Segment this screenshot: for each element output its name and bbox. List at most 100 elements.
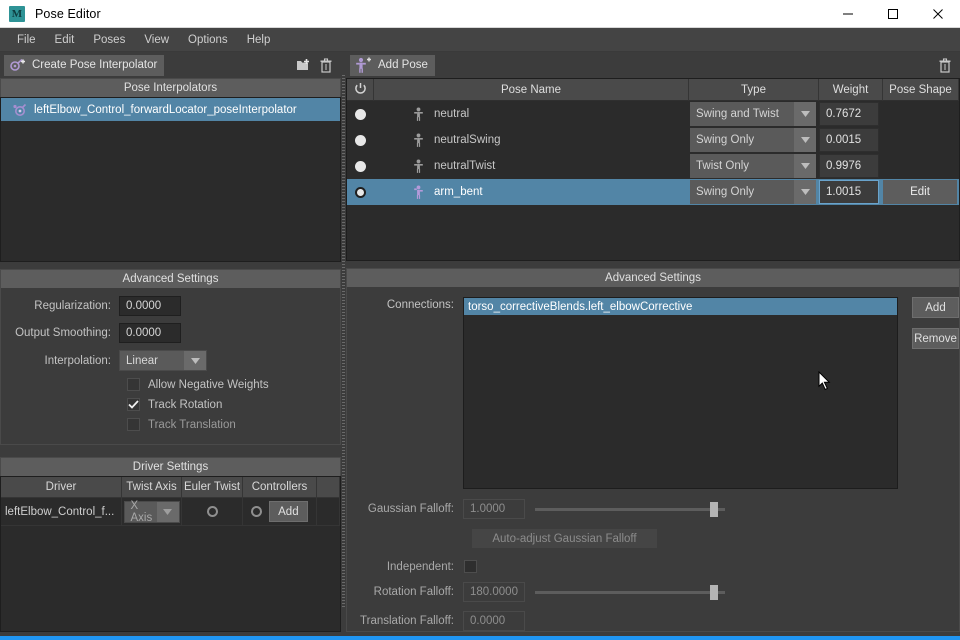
interpolation-value: Linear <box>120 351 184 370</box>
table-row[interactable]: neutralTwist Twist Only 0.9976 <box>347 153 959 179</box>
menu-item-file[interactable]: File <box>8 31 45 49</box>
euler-twist-radio[interactable] <box>206 506 218 517</box>
driver-settings-body: Driver Twist Axis Euler Twist Controller… <box>0 476 341 632</box>
allow-negative-weights-checkbox[interactable] <box>127 378 140 391</box>
column-header-enable[interactable] <box>347 79 374 101</box>
pose-figure-icon <box>412 159 425 174</box>
regularization-input[interactable]: 0.0000 <box>119 296 181 316</box>
pose-enable-radio[interactable] <box>355 160 366 172</box>
driver-name-label: leftElbow_Control_f... <box>5 505 115 518</box>
edit-pose-shape-button[interactable]: Edit <box>883 180 957 204</box>
interpolation-label: Interpolation: <box>44 354 112 367</box>
new-folder-icon[interactable] <box>293 54 315 76</box>
translation-falloff-row: Translation Falloff: 0.0000 <box>347 611 959 631</box>
pose-enable-radio[interactable] <box>355 108 366 120</box>
controllers-radio[interactable] <box>251 506 263 517</box>
output-smoothing-row: Output Smoothing: 0.0000 <box>1 323 340 343</box>
pose-enable-cell[interactable] <box>347 179 374 205</box>
gaussian-falloff-input[interactable]: 1.0000 <box>463 499 525 519</box>
trash-icon[interactable] <box>934 54 956 76</box>
translation-falloff-label: Translation Falloff: <box>360 615 454 627</box>
window-controls <box>825 0 960 28</box>
pose-shape-cell <box>883 153 959 179</box>
pose-enable-cell[interactable] <box>347 153 374 179</box>
pose-figure-icon-active <box>412 185 425 200</box>
connections-list[interactable]: torso_correctiveBlends.left_elbowCorrect… <box>463 297 898 489</box>
pose-enable-cell[interactable] <box>347 101 374 127</box>
rotation-falloff-label: Rotation Falloff: <box>373 586 454 598</box>
pose-weight-input[interactable]: 1.0015 <box>819 180 879 204</box>
right-toolbar: Add Pose <box>346 52 960 78</box>
pose-weight-input[interactable]: 0.7672 <box>819 102 879 126</box>
close-icon[interactable] <box>915 0 960 28</box>
maximize-icon[interactable] <box>870 0 915 28</box>
menu-item-edit[interactable]: Edit <box>46 31 84 49</box>
window-title: Pose Editor <box>35 6 101 21</box>
add-connection-button[interactable]: Add <box>912 297 959 318</box>
output-smoothing-input[interactable]: 0.0000 <box>119 323 181 343</box>
right-panel: Add Pose Pose Name Type Weight Pose Shap… <box>346 52 960 632</box>
auto-adjust-gaussian-falloff-button[interactable]: Auto-adjust Gaussian Falloff <box>472 529 657 548</box>
twist-axis-select[interactable]: X Axis <box>123 500 180 524</box>
pose-type-select[interactable]: Twist Only <box>690 154 816 178</box>
slider-thumb[interactable] <box>710 585 718 600</box>
pose-interpolator-icon <box>11 103 27 117</box>
table-row[interactable]: neutral Swing and Twist 0.7672 <box>347 101 959 127</box>
track-rotation-row[interactable]: Track Rotation <box>127 398 340 411</box>
pose-type-select[interactable]: Swing Only <box>690 128 816 152</box>
pose-shape-cell <box>883 127 959 153</box>
pose-interpolator-list[interactable]: leftElbow_Control_forwardLocator_poseInt… <box>0 97 341 262</box>
menu-item-options[interactable]: Options <box>179 31 237 49</box>
pose-weight-input[interactable]: 0.0015 <box>819 128 879 152</box>
pose-table: Pose Name Type Weight Pose Shape neutral… <box>346 78 960 261</box>
remove-connection-button[interactable]: Remove <box>912 328 959 349</box>
chevron-down-icon <box>794 128 816 152</box>
track-translation-row[interactable]: Track Translation <box>127 418 340 431</box>
menu-item-poses[interactable]: Poses <box>84 31 134 49</box>
rotation-falloff-slider[interactable] <box>535 582 725 602</box>
slider-track <box>535 591 725 594</box>
allow-negative-weights-row[interactable]: Allow Negative Weights <box>127 378 340 391</box>
track-rotation-checkbox[interactable] <box>127 398 140 411</box>
menu-item-help[interactable]: Help <box>238 31 280 49</box>
translation-falloff-input[interactable]: 0.0000 <box>463 611 525 631</box>
pose-name-label: arm_bent <box>434 186 483 198</box>
table-row-selected[interactable]: arm_bent Swing Only 1.0015 Edit <box>347 179 959 205</box>
regularization-row: Regularization: 0.0000 <box>1 296 340 316</box>
pose-enable-radio[interactable] <box>355 134 366 146</box>
pose-type-value: Swing Only <box>690 180 794 204</box>
column-header-type: Type <box>689 79 819 101</box>
pose-weight-input[interactable]: 0.9976 <box>819 154 879 178</box>
gaussian-falloff-slider[interactable] <box>535 499 725 519</box>
pose-type-select[interactable]: Swing Only <box>690 180 816 204</box>
slider-thumb[interactable] <box>710 502 718 517</box>
table-row[interactable]: neutralSwing Swing Only 0.0015 <box>347 127 959 153</box>
rotation-falloff-input[interactable]: 180.0000 <box>463 582 525 602</box>
pose-enable-cell[interactable] <box>347 127 374 153</box>
independent-checkbox[interactable] <box>464 560 477 573</box>
add-controller-button[interactable]: Add <box>269 501 308 522</box>
pose-type-select[interactable]: Swing and Twist <box>690 102 816 126</box>
column-header-twist-axis: Twist Axis <box>122 477 182 498</box>
column-header-spacer <box>317 477 340 498</box>
table-row[interactable]: leftElbow_Control_f... X Axis Add <box>1 498 340 526</box>
interpolation-select[interactable]: Linear <box>119 350 207 371</box>
power-icon <box>354 82 367 98</box>
menu-item-view[interactable]: View <box>135 31 178 49</box>
pose-enable-radio[interactable] <box>355 186 366 198</box>
pose-shape-cell <box>883 101 959 127</box>
driver-row-spacer <box>317 498 340 526</box>
euler-twist-cell[interactable] <box>182 498 243 526</box>
list-item[interactable]: leftElbow_Control_forwardLocator_poseInt… <box>1 98 340 121</box>
pose-name-label: neutral <box>434 108 470 120</box>
driver-table-header: Driver Twist Axis Euler Twist Controller… <box>1 477 340 498</box>
pose-name-wrap: neutral <box>374 107 469 122</box>
pose-interpolators-header: Pose Interpolators <box>0 78 341 97</box>
trash-icon[interactable] <box>315 54 337 76</box>
track-translation-checkbox[interactable] <box>127 418 140 431</box>
connection-item[interactable]: torso_correctiveBlends.left_elbowCorrect… <box>464 298 897 315</box>
add-pose-button[interactable]: Add Pose <box>350 54 435 76</box>
create-pose-interpolator-button[interactable]: Create Pose Interpolator <box>4 54 165 76</box>
column-header-driver: Driver <box>1 477 122 498</box>
minimize-icon[interactable] <box>825 0 870 28</box>
